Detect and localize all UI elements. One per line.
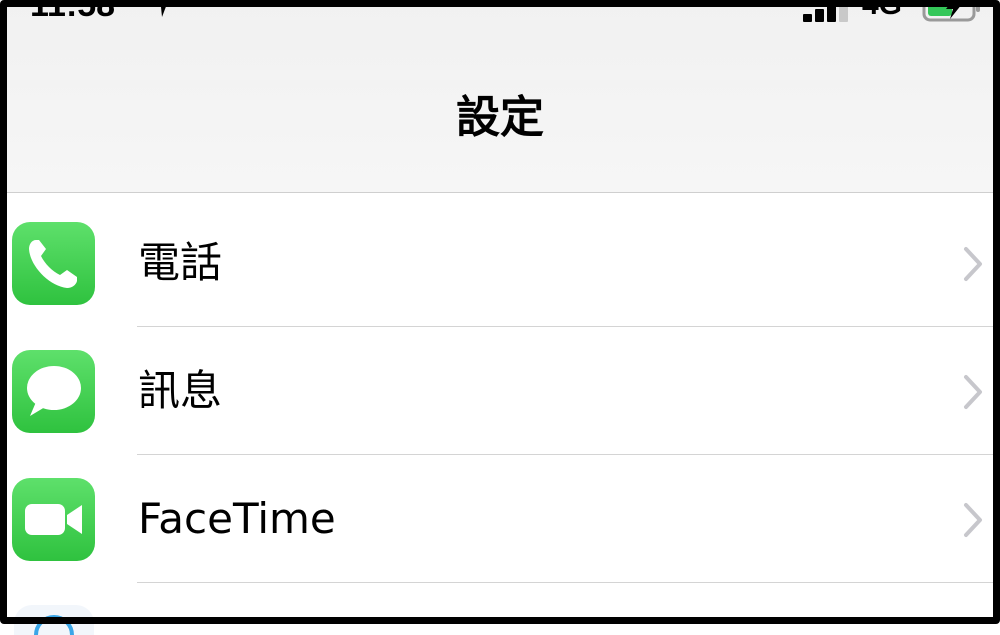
chevron-right-icon — [964, 247, 982, 281]
partial-next-row-icon — [14, 605, 94, 635]
settings-row-facetime[interactable]: FaceTime — [0, 455, 1000, 583]
cellular-signal-icon — [803, 0, 851, 22]
status-bar: 11:58 4G — [0, 0, 1000, 30]
battery-charging-icon — [922, 0, 980, 22]
chevron-right-icon — [964, 375, 982, 409]
settings-row-messages[interactable]: 訊息 — [0, 327, 1000, 455]
page-title: 設定 — [456, 92, 544, 143]
phone-icon — [12, 222, 95, 305]
row-separator — [137, 582, 1000, 583]
status-time: 11:58 — [30, 0, 116, 24]
location-arrow-icon — [152, 0, 169, 17]
settings-row-label: 電話 — [138, 238, 223, 287]
settings-list: 電話 訊息 FaceTime — [0, 199, 1000, 583]
network-type: 4G — [862, 0, 903, 21]
navigation-bar: 11:58 4G 設定 — [0, 0, 1000, 193]
settings-row-label: 訊息 — [138, 366, 223, 415]
video-camera-icon — [12, 478, 95, 561]
settings-row-label: FaceTime — [138, 494, 336, 543]
settings-row-phone[interactable]: 電話 — [0, 199, 1000, 327]
speech-bubble-icon — [12, 350, 95, 433]
chevron-right-icon — [964, 503, 982, 537]
